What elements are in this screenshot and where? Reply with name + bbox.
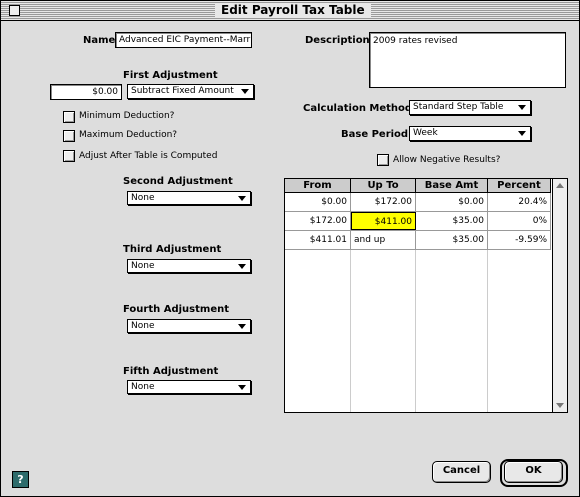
description-label: Description: [305, 35, 370, 46]
description-field[interactable]: 2009 rates revised: [369, 32, 566, 88]
adjust-after-table-label: Adjust After Table is Computed: [79, 151, 218, 161]
chevron-down-icon: [238, 196, 246, 201]
window-title: Edit Payroll Tax Table: [215, 3, 371, 18]
ok-button[interactable]: OK: [504, 461, 563, 483]
base-period-label: Base Period: [341, 129, 409, 140]
column-divider: [350, 250, 351, 412]
column-header-base-amt[interactable]: Base Amt: [416, 179, 488, 192]
calculation-method-label: Calculation Method: [303, 103, 413, 114]
calculation-method-value: Standard Step Table: [413, 102, 504, 112]
column-divider: [415, 250, 416, 412]
chevron-down-icon: [238, 324, 246, 329]
first-adjustment-amount[interactable]: $0.00: [50, 84, 122, 100]
title-bar[interactable]: Edit Payroll Tax Table: [1, 1, 579, 21]
second-adjustment-label: Second Adjustment: [123, 176, 233, 187]
chevron-down-icon: [238, 264, 246, 269]
chevron-down-icon: [238, 385, 246, 390]
cell-from[interactable]: $0.00: [285, 193, 351, 211]
cell-base-amt[interactable]: $35.00: [416, 231, 488, 249]
base-period-value: Week: [413, 128, 438, 138]
second-adjustment-value: None: [131, 193, 155, 203]
first-adjustment-type-value: Subtract Fixed Amount: [131, 86, 234, 96]
allow-negative-label: Allow Negative Results?: [393, 155, 501, 165]
scroll-down-arrow-icon[interactable]: [556, 403, 564, 408]
table-scrollbar[interactable]: [552, 179, 567, 412]
fifth-adjustment-popup[interactable]: None: [127, 380, 251, 394]
fourth-adjustment-label: Fourth Adjustment: [123, 304, 230, 315]
fourth-adjustment-popup[interactable]: None: [127, 319, 251, 333]
edit-payroll-tax-table-dialog: Edit Payroll Tax Table Name Advanced EIC…: [0, 0, 580, 497]
allow-negative-checkbox[interactable]: [377, 154, 389, 166]
cell-from[interactable]: $411.01: [285, 231, 351, 249]
scroll-up-arrow-icon[interactable]: [556, 183, 564, 188]
third-adjustment-label: Third Adjustment: [123, 244, 222, 255]
cell-up-to[interactable]: and up: [351, 231, 416, 249]
cell-from[interactable]: $172.00: [285, 212, 351, 230]
column-divider: [487, 250, 488, 412]
fifth-adjustment-value: None: [131, 382, 155, 392]
chevron-down-icon: [518, 105, 526, 110]
minimum-deduction-label: Minimum Deduction?: [79, 111, 175, 121]
column-header-from[interactable]: From: [285, 179, 351, 192]
column-header-percent[interactable]: Percent: [488, 179, 551, 192]
calculation-method-popup[interactable]: Standard Step Table: [409, 100, 531, 115]
maximum-deduction-checkbox[interactable]: [63, 130, 75, 142]
fifth-adjustment-label: Fifth Adjustment: [123, 366, 219, 377]
base-period-popup[interactable]: Week: [409, 126, 531, 141]
name-label: Name: [83, 35, 116, 46]
table-row[interactable]: $0.00 $172.00 $0.00 20.4%: [285, 193, 551, 212]
table-row[interactable]: $411.01 and up $35.00 -9.59%: [285, 231, 551, 250]
table-header: From Up To Base Amt Percent: [285, 179, 551, 193]
first-adjustment-label: First Adjustment: [123, 70, 218, 81]
cell-percent[interactable]: -9.59%: [488, 231, 551, 249]
cell-up-to[interactable]: $172.00: [351, 193, 416, 211]
name-field[interactable]: Advanced EIC Payment--Marr: [115, 32, 252, 48]
cell-percent[interactable]: 0%: [488, 212, 551, 230]
maximum-deduction-label: Maximum Deduction?: [79, 130, 178, 140]
minimum-deduction-checkbox[interactable]: [63, 111, 75, 123]
first-adjustment-type-popup[interactable]: Subtract Fixed Amount: [127, 84, 254, 99]
adjust-after-table-checkbox[interactable]: [63, 150, 75, 162]
close-box[interactable]: [9, 5, 20, 16]
tax-step-table: From Up To Base Amt Percent $0.00 $172.0…: [284, 178, 568, 413]
help-icon[interactable]: ?: [12, 471, 29, 488]
third-adjustment-value: None: [131, 261, 155, 271]
chevron-down-icon: [518, 131, 526, 136]
second-adjustment-popup[interactable]: None: [127, 191, 251, 205]
cell-percent[interactable]: 20.4%: [488, 193, 551, 211]
column-header-up-to[interactable]: Up To: [351, 179, 416, 192]
cell-base-amt[interactable]: $35.00: [416, 212, 488, 230]
table-row[interactable]: $172.00 $411.00 $35.00 0%: [285, 212, 551, 231]
cell-up-to-selected[interactable]: $411.00: [351, 212, 416, 230]
third-adjustment-popup[interactable]: None: [127, 259, 251, 273]
fourth-adjustment-value: None: [131, 321, 155, 331]
cell-base-amt[interactable]: $0.00: [416, 193, 488, 211]
chevron-down-icon: [241, 89, 249, 94]
cancel-button[interactable]: Cancel: [432, 461, 491, 483]
